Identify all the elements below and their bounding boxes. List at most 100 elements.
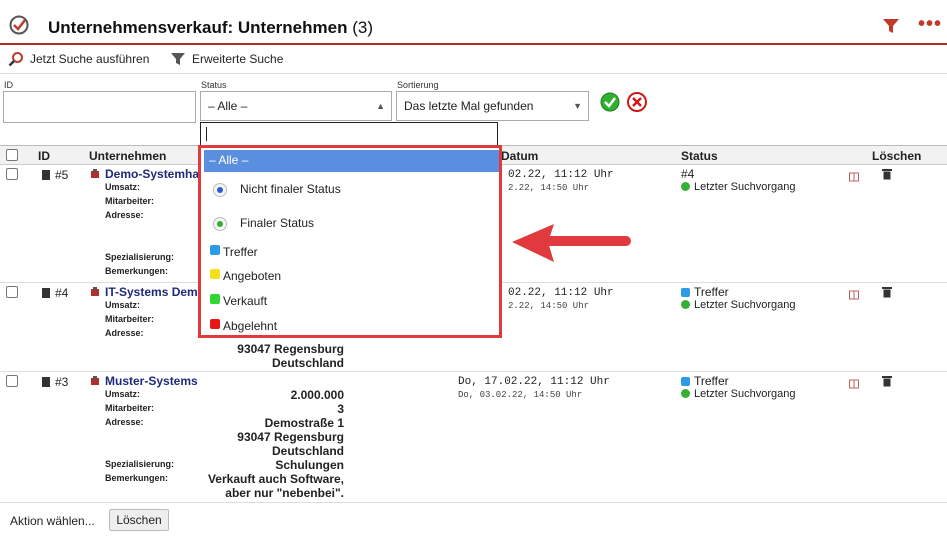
dropdown-option-treffer[interactable]: Treffer (204, 242, 499, 264)
column-header-delete: Löschen (872, 149, 922, 163)
action-select[interactable]: Aktion wählen... (10, 514, 95, 528)
document-icon (42, 170, 50, 180)
id-filter-input[interactable] (3, 91, 196, 123)
status-filter-select[interactable]: – Alle – ▲ (200, 91, 392, 121)
status-value-text: Treffer (694, 374, 729, 388)
status-last-search: Letzter Suchvorgang (681, 181, 796, 193)
row-id-text: #5 (55, 168, 69, 182)
row-checkbox[interactable] (6, 168, 18, 180)
status-color-icon (681, 288, 690, 297)
row-id: #3 (42, 375, 68, 389)
document-icon (42, 288, 50, 298)
date-created: 2.22, 14:50 Uhr (508, 183, 590, 193)
field-label-umsatz: Umsatz: (105, 389, 141, 399)
check-icon (681, 389, 690, 398)
check-icon (681, 182, 690, 191)
bemerkungen-line-2: aber nur "nebenbei". (225, 486, 344, 500)
dropdown-option-label: Nicht finaler Status (240, 182, 341, 196)
select-all-checkbox[interactable] (6, 149, 18, 161)
status-color-icon (681, 377, 690, 386)
trash-icon[interactable] (882, 168, 892, 180)
address-country: Deutschland (271, 356, 344, 370)
column-header-id[interactable]: ID (38, 149, 50, 163)
page-title-text: Unternehmensverkauf: Unternehmen (48, 18, 348, 37)
row-checkbox[interactable] (6, 375, 18, 387)
status-value: Treffer (681, 285, 729, 299)
spezialisierung-value: Schulungen (275, 458, 344, 472)
trash-icon[interactable] (882, 286, 892, 298)
address-street: Demostraße 1 (264, 416, 344, 430)
column-header-date[interactable]: Datum (501, 149, 538, 163)
company-link[interactable]: Demo-Systemha (105, 167, 200, 181)
status-color-icon (210, 319, 220, 329)
company-icon (91, 376, 99, 385)
company-link[interactable]: IT-Systems Dem (105, 285, 200, 299)
dropdown-option-angeboten[interactable]: Angeboten (204, 266, 499, 288)
field-label-mitarbeiter: Mitarbeiter: (105, 196, 155, 206)
dropdown-option-verkauft[interactable]: Verkauft (204, 291, 499, 313)
trash-icon[interactable] (882, 375, 892, 387)
status-last-search: Letzter Suchvorgang (681, 388, 796, 400)
apply-filter-icon[interactable] (600, 92, 620, 112)
address-country: Deutschland (271, 444, 344, 458)
caret-up-icon: ▲ (376, 101, 385, 111)
advanced-search-label: Erweiterte Suche (192, 52, 284, 66)
date-last-found: 02.22, 11:12 Uhr (508, 169, 614, 181)
field-label-mitarbeiter: Mitarbeiter: (105, 403, 155, 413)
field-label-adresse: Adresse: (105, 210, 144, 220)
reset-filter-icon[interactable] (627, 92, 647, 112)
advanced-search-button[interactable]: Erweiterte Suche (170, 51, 283, 67)
status-last-search-text: Letzter Suchvorgang (694, 181, 796, 193)
bemerkungen-line-1: Verkauft auch Software, (207, 472, 344, 486)
umsatz-value: 2.000.000 (290, 388, 344, 402)
row-id: #4 (42, 286, 68, 300)
date-last-found: 02.22, 11:12 Uhr (508, 287, 614, 299)
table-footer: Aktion wählen... Löschen (0, 503, 947, 540)
status-value-text: Treffer (694, 285, 729, 299)
filter-icon[interactable] (882, 17, 900, 35)
result-count: (3) (352, 18, 373, 37)
dropdown-option-label: Finaler Status (240, 216, 315, 230)
row-id-text: #4 (55, 286, 69, 300)
address-city: 93047 Regensburg (237, 430, 344, 444)
status-last-search: Letzter Suchvorgang (681, 299, 796, 311)
sort-filter-select[interactable]: Das letzte Mal gefunden ▼ (396, 91, 589, 121)
book-icon[interactable] (849, 379, 859, 389)
dropdown-option-abgelehnt[interactable]: Abgelehnt (204, 316, 499, 338)
status-dropdown-search-input[interactable] (200, 122, 498, 146)
status-last-search-text: Letzter Suchvorgang (694, 388, 796, 400)
status-dropdown-list: – Alle – Nicht finaler Status Finaler St… (198, 145, 502, 338)
status-filter-value: – Alle – (208, 99, 248, 113)
sort-filter-label: Sortierung (397, 80, 439, 90)
id-filter-label: ID (4, 80, 13, 90)
company-link[interactable]: Muster-Systems (105, 374, 225, 388)
dropdown-option-not-final[interactable]: Nicht finaler Status (204, 174, 499, 204)
field-label-spezialisierung: Spezialisierung: (105, 252, 175, 262)
dropdown-option-label: Treffer (223, 245, 258, 259)
radio-icon (213, 183, 227, 197)
table-row: #3 Muster-Systems Umsatz: Mitarbeiter: A… (0, 372, 947, 503)
dropdown-option-all[interactable]: – Alle – (204, 150, 499, 172)
address-city: 93047 Regensburg (237, 342, 344, 356)
mitarbeiter-value: 3 (337, 402, 344, 416)
funnel-icon (171, 53, 185, 65)
row-checkbox[interactable] (6, 286, 18, 298)
row-id-text: #3 (55, 375, 69, 389)
date-created: 2.22, 14:50 Uhr (508, 301, 590, 311)
status-value: #4 (681, 167, 695, 181)
book-icon[interactable] (849, 290, 859, 300)
dropdown-option-final[interactable]: Finaler Status (204, 208, 499, 238)
more-options-icon[interactable]: ••• (918, 14, 942, 34)
book-icon[interactable] (849, 172, 859, 182)
field-label-mitarbeiter: Mitarbeiter: (105, 314, 155, 324)
status-color-icon (210, 294, 220, 304)
status-filter-label: Status (201, 80, 227, 90)
run-search-label: Jetzt Suche ausführen (30, 52, 150, 66)
text-cursor (206, 127, 207, 141)
delete-button[interactable]: Löschen (109, 509, 169, 531)
run-search-button[interactable]: Jetzt Suche ausführen (8, 51, 149, 67)
checklist-logo-icon (9, 15, 29, 35)
annotation-arrow-icon (512, 224, 631, 262)
column-header-status[interactable]: Status (681, 149, 718, 163)
column-header-company[interactable]: Unternehmen (89, 149, 166, 163)
